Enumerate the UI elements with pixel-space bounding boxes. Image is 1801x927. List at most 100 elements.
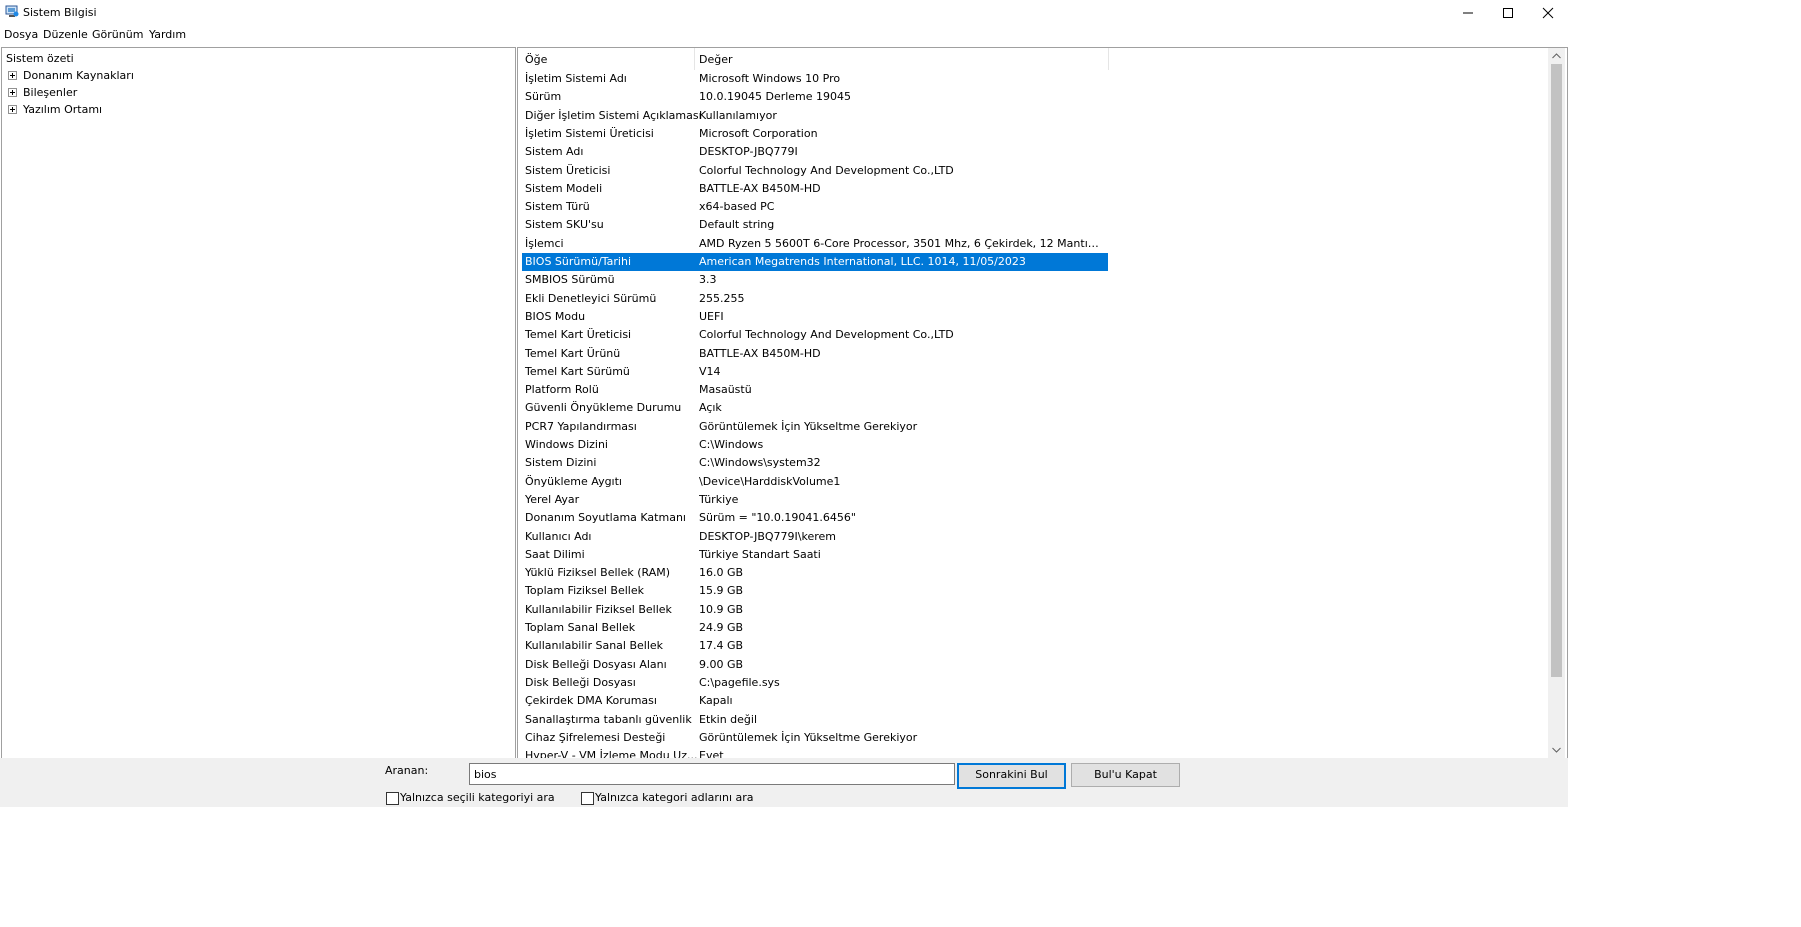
- menu-view[interactable]: Görünüm: [92, 28, 143, 41]
- table-row[interactable]: Sistem Adı DESKTOP-JBQ779I: [522, 143, 1108, 161]
- row-value: Colorful Technology And Development Co.,…: [699, 328, 954, 342]
- table-row[interactable]: Sistem Dizini C:\Windows\system32: [522, 454, 1108, 472]
- table-row[interactable]: Toplam Sanal Bellek 24.9 GB: [522, 619, 1108, 637]
- expand-icon[interactable]: [8, 88, 17, 97]
- table-row[interactable]: Kullanıcı Adı DESKTOP-JBQ779I\kerem: [522, 528, 1108, 546]
- row-item: İşletim Sistemi Üreticisi: [525, 126, 654, 140]
- table-row[interactable]: İşletim Sistemi Adı Microsoft Windows 10 …: [522, 70, 1108, 88]
- row-value: 24.9 GB: [699, 621, 744, 634]
- tree-root-system-summary[interactable]: Sistem özeti: [6, 52, 74, 65]
- table-row[interactable]: SMBIOS Sürümü 3.3: [522, 271, 1108, 289]
- row-value: 15.9 GB: [699, 584, 744, 598]
- table-row[interactable]: Sistem Modeli BATTLE-AX B450M-HD: [522, 180, 1108, 198]
- table-row[interactable]: Önyükleme Aygıtı \Device\HarddiskVolume1: [522, 473, 1108, 491]
- row-item: Çekirdek DMA Koruması: [525, 694, 657, 708]
- row-item: İşlemci: [525, 236, 564, 250]
- table-row[interactable]: Kullanılabilir Fiziksel Bellek 10.9 GB: [522, 601, 1108, 619]
- close-find-button[interactable]: Bul'u Kapat: [1071, 763, 1180, 787]
- row-item: Temel Kart Sürümü: [525, 364, 630, 378]
- close-icon: [1542, 7, 1554, 19]
- column-header-item[interactable]: Öğe: [525, 53, 547, 66]
- table-row[interactable]: Kullanılabilir Sanal Bellek 17.4 GB: [522, 637, 1108, 655]
- maximize-button[interactable]: [1488, 0, 1528, 26]
- table-row[interactable]: Sistem SKU'su Default string: [522, 216, 1108, 234]
- table-row[interactable]: BIOS Modu UEFI: [522, 308, 1108, 326]
- scroll-up-button[interactable]: [1548, 48, 1565, 64]
- table-row[interactable]: İşletim Sistemi Üreticisi Microsoft Corpo…: [522, 125, 1108, 143]
- checkbox-icon[interactable]: [581, 792, 594, 805]
- row-item: Donanım Soyutlama Katmanı: [525, 511, 686, 525]
- expand-icon[interactable]: [8, 105, 17, 114]
- category-tree: Sistem özeti Donanım Kaynakları Bileşenl…: [1, 47, 516, 759]
- row-item: PCR7 Yapılandırması: [525, 419, 637, 433]
- find-panel: Aranan: Sonrakini Bul Bul'u Kapat Yalnız…: [0, 758, 1568, 807]
- row-value: V14: [699, 364, 721, 378]
- table-row[interactable]: Windows Dizini C:\Windows: [522, 436, 1108, 454]
- row-value: x64-based PC: [699, 200, 775, 214]
- table-row[interactable]: Temel Kart Ürünü BATTLE-AX B450M-HD: [522, 345, 1108, 363]
- row-item: Disk Belleği Dosyası Alanı: [525, 657, 667, 671]
- table-row[interactable]: Temel Kart Sürümü V14: [522, 363, 1108, 381]
- row-value: 10.9 GB: [699, 602, 744, 616]
- table-row[interactable]: Sürüm 10.0.19045 Derleme 19045: [522, 88, 1108, 106]
- expand-icon[interactable]: [8, 71, 17, 80]
- details-list: Öğe Değer İşletim Sistemi Adı Microsoft W…: [517, 47, 1568, 759]
- scroll-down-button[interactable]: [1548, 742, 1565, 758]
- column-divider[interactable]: [1108, 48, 1109, 70]
- table-row[interactable]: PCR7 Yapılandırması Görüntülemek İçin Yük…: [522, 418, 1108, 436]
- table-row[interactable]: Disk Belleği Dosyası C:\pagefile.sys: [522, 674, 1108, 692]
- row-item: Temel Kart Üreticisi: [525, 328, 632, 342]
- close-button[interactable]: [1528, 0, 1568, 26]
- minimize-button[interactable]: [1448, 0, 1488, 26]
- row-item: SMBIOS Sürümü: [525, 273, 615, 287]
- tree-node-label: Donanım Kaynakları: [23, 69, 134, 82]
- table-row[interactable]: Diğer İşletim Sistemi Açıklaması Kullanıl…: [522, 107, 1108, 125]
- row-value: Görüntülemek İçin Yükseltme Gerekiyor: [699, 419, 918, 433]
- table-row[interactable]: Disk Belleği Dosyası Alanı 9.00 GB: [522, 656, 1108, 674]
- table-row[interactable]: BIOS Sürümü/Tarihi American Megatrends In…: [522, 253, 1108, 271]
- find-next-button[interactable]: Sonrakini Bul: [957, 763, 1066, 789]
- row-value: \Device\HarddiskVolume1: [699, 474, 841, 488]
- table-row[interactable]: Ekli Denetleyici Sürümü 255.255: [522, 290, 1108, 308]
- scroll-thumb[interactable]: [1551, 64, 1562, 677]
- table-row[interactable]: Güvenli Önyükleme Durumu Açık: [522, 399, 1108, 417]
- table-row[interactable]: Sanallaştırma tabanlı güvenlik Etkin deği…: [522, 711, 1108, 729]
- only-selected-category-checkbox[interactable]: Yalnızca seçili kategoriyi ara: [386, 791, 556, 805]
- row-value: Sürüm = "10.0.19041.6456": [699, 511, 856, 525]
- table-row[interactable]: Sistem Üreticisi Colorful Technology And …: [522, 162, 1108, 180]
- menu-help[interactable]: Yardım: [149, 28, 186, 41]
- row-value: Default string: [699, 218, 775, 232]
- table-row[interactable]: Yüklü Fiziksel Bellek (RAM) 16.0 GB: [522, 564, 1108, 582]
- search-input[interactable]: [469, 763, 955, 785]
- system-info-icon: [5, 5, 19, 18]
- search-label: Aranan:: [385, 764, 429, 777]
- tree-node-label: Yazılım Ortamı: [23, 103, 103, 116]
- table-row[interactable]: Toplam Fiziksel Bellek 15.9 GB: [522, 582, 1108, 600]
- table-row[interactable]: Cihaz Şifrelemesi Desteği Görüntülemek İç…: [522, 729, 1108, 747]
- column-divider[interactable]: [694, 48, 695, 70]
- table-row[interactable]: Sistem Türü x64-based PC: [522, 198, 1108, 216]
- row-item: Sanallaştırma tabanlı güvenlik: [525, 712, 692, 726]
- table-row[interactable]: İşlemci AMD Ryzen 5 5600T 6-Core Processo…: [522, 235, 1108, 253]
- title-bar: Sistem Bilgisi: [0, 0, 1568, 26]
- checkbox-icon[interactable]: [386, 792, 399, 805]
- row-item: Sistem Modeli: [525, 181, 603, 195]
- table-row[interactable]: Yerel Ayar Türkiye: [522, 491, 1108, 509]
- row-value: C:\Windows: [699, 438, 764, 451]
- menu-edit[interactable]: Düzenle: [43, 28, 88, 41]
- table-row[interactable]: Temel Kart Üreticisi Colorful Technology …: [522, 326, 1108, 344]
- column-header-value[interactable]: Değer: [699, 53, 733, 66]
- only-category-names-checkbox[interactable]: Yalnızca kategori adlarını ara: [581, 791, 754, 805]
- table-row[interactable]: Platform Rolü Masaüstü: [522, 381, 1108, 399]
- row-value: DESKTOP-JBQ779I: [699, 145, 798, 159]
- row-value: Microsoft Windows 10 Pro: [699, 72, 841, 85]
- row-item: Kullanıcı Adı: [525, 529, 592, 543]
- table-row[interactable]: Çekirdek DMA Koruması Kapalı: [522, 692, 1108, 710]
- row-value: 17.4 GB: [699, 639, 744, 653]
- list-header: Öğe Değer: [518, 48, 1548, 70]
- menu-file[interactable]: Dosya: [4, 28, 38, 41]
- table-row[interactable]: Donanım Soyutlama Katmanı Sürüm = "10.0.1…: [522, 509, 1108, 527]
- table-row[interactable]: Saat Dilimi Türkiye Standart Saati: [522, 546, 1108, 564]
- row-value: 255.255: [699, 291, 745, 305]
- vertical-scrollbar[interactable]: [1548, 48, 1565, 758]
